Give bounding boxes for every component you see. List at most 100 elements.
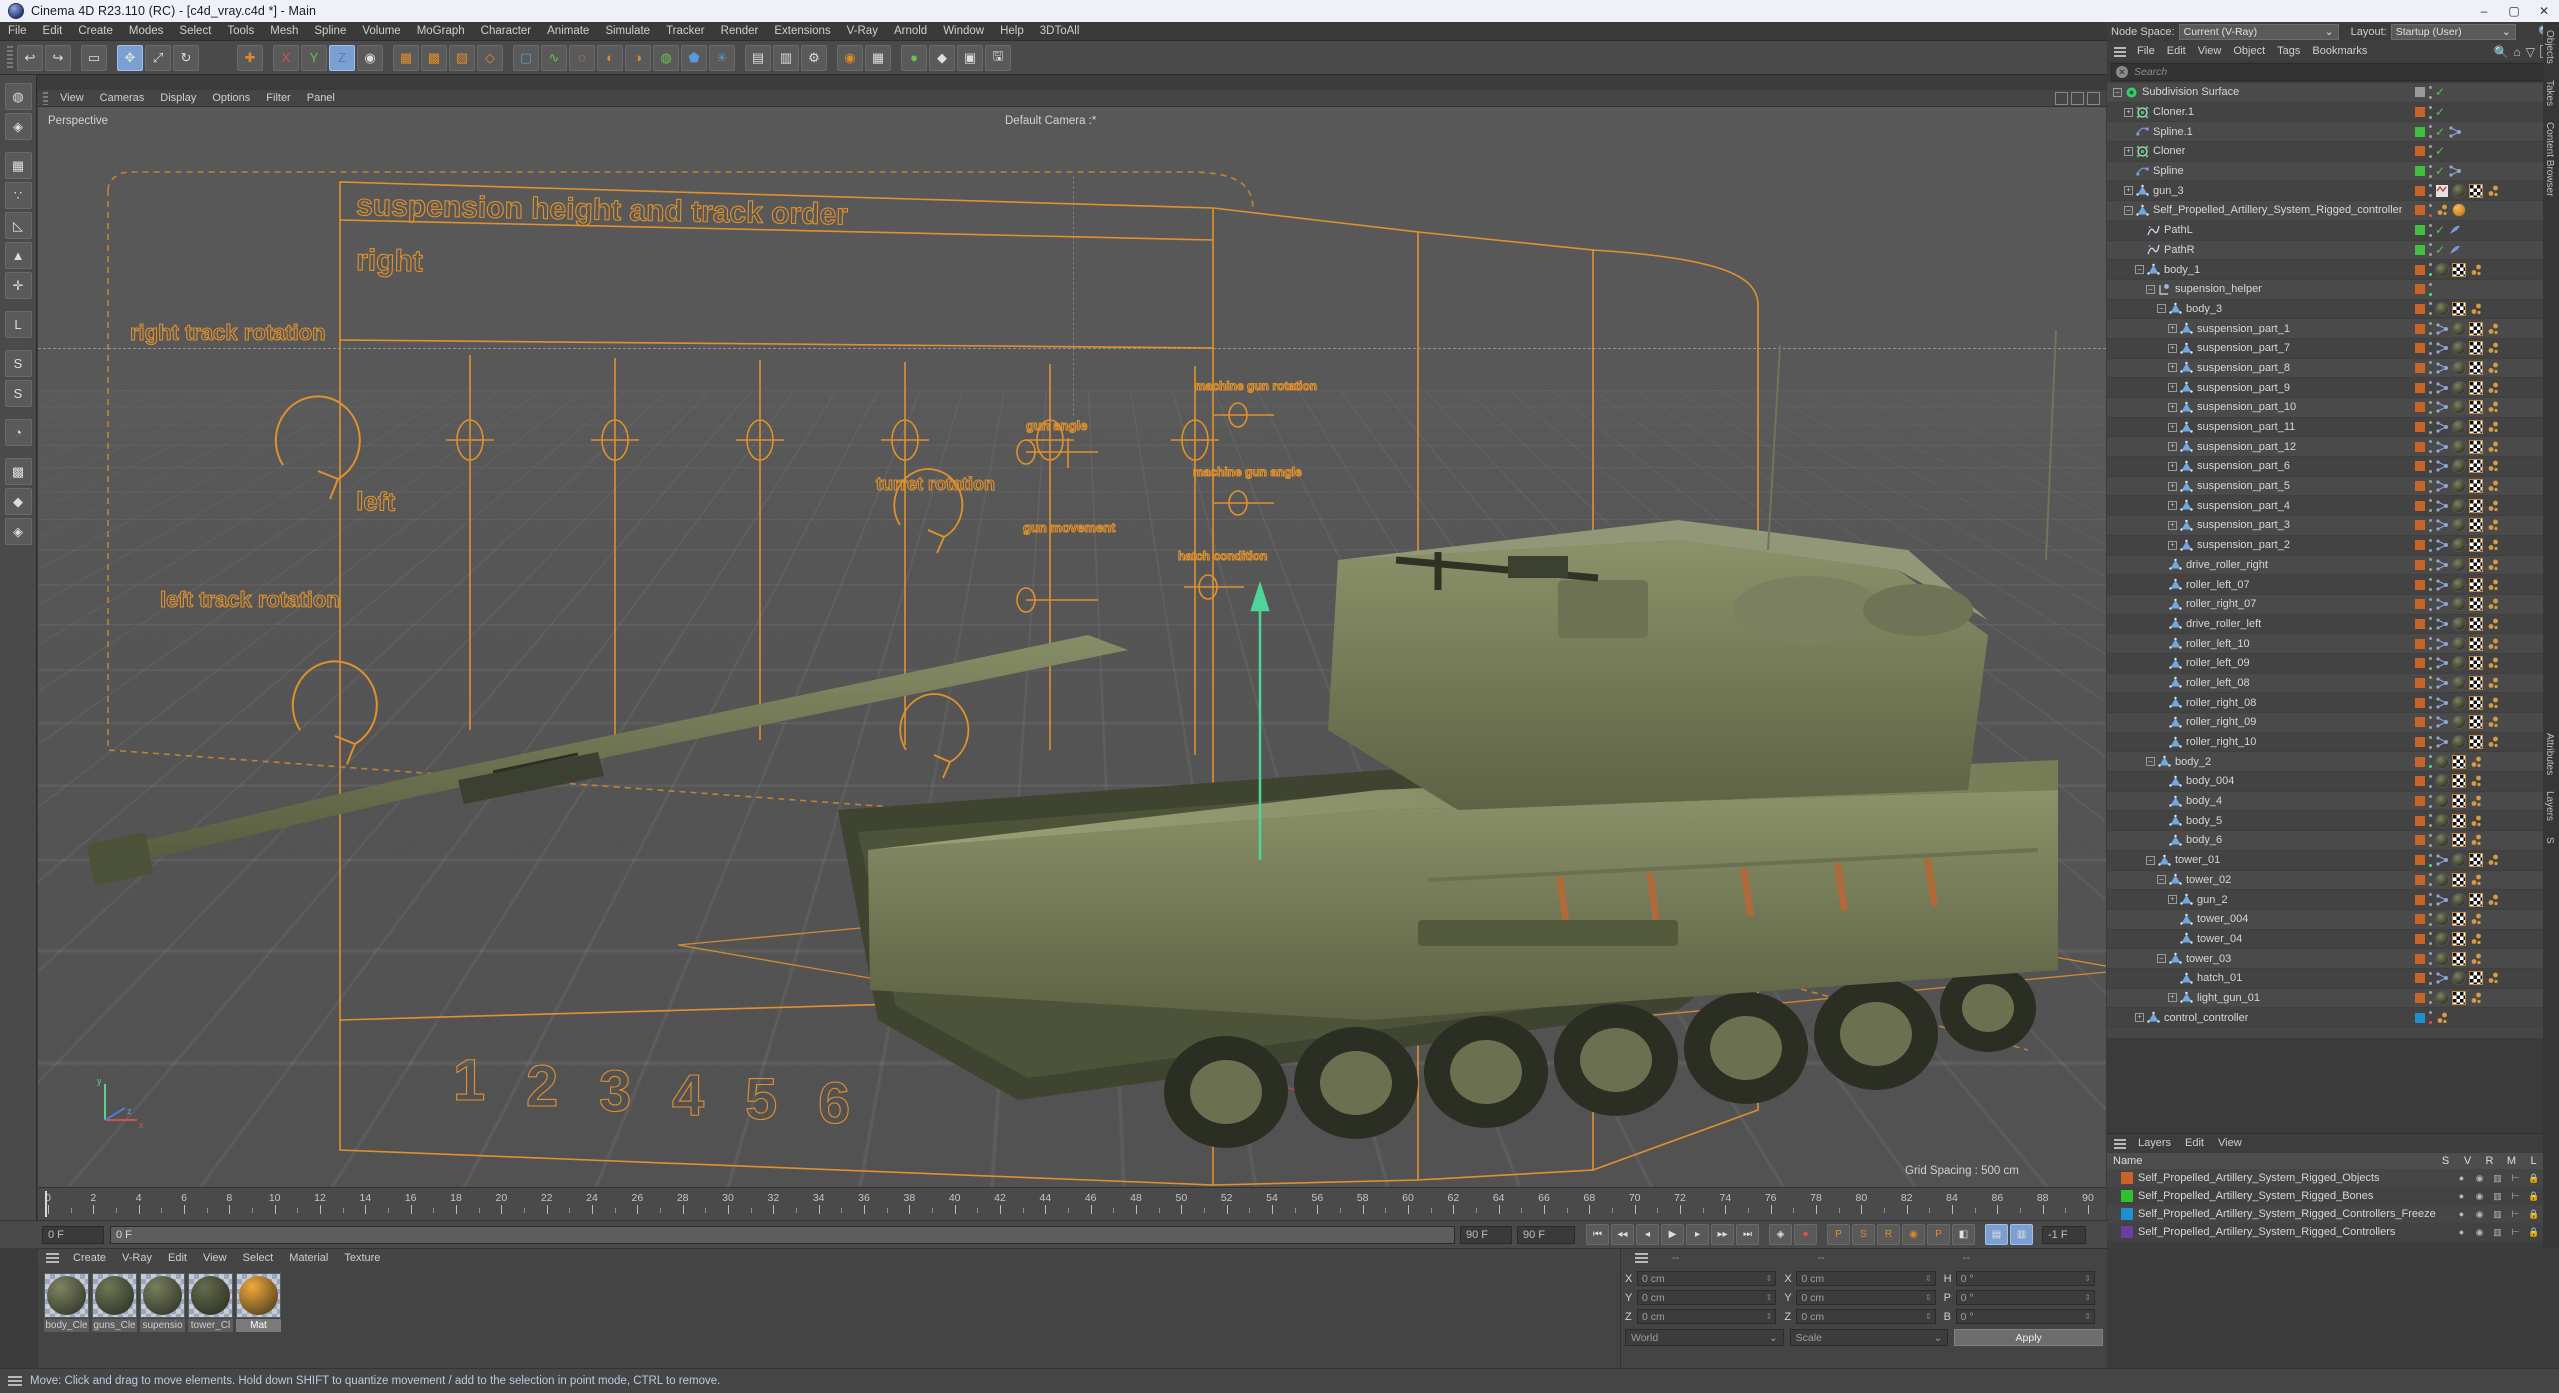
close-button[interactable]: ✕ — [2529, 0, 2559, 22]
tree-expander-icon[interactable]: + — [2168, 422, 2177, 432]
material-tag-icon[interactable] — [2452, 636, 2466, 651]
layer-filter-button[interactable]: ▩ — [4, 458, 32, 485]
object-tree[interactable]: – Subdivision Surface ✓ + Cloner.1 ✓ Spline.1 ✓… — [2107, 83, 2559, 1038]
object-tree-row[interactable]: tower_004 — [2107, 909, 2559, 930]
uvw-tag-icon[interactable] — [2469, 577, 2483, 592]
material-tag-icon[interactable] — [2452, 380, 2466, 395]
object-name[interactable]: Self_Propelled_Artillery_System_Rigged_c… — [2153, 204, 2402, 216]
filter-funnel-icon[interactable]: ▽ — [2526, 45, 2535, 59]
uvw-tag-icon[interactable] — [2469, 636, 2483, 651]
object-tree-row[interactable]: body_5 — [2107, 811, 2559, 832]
uvw-tag-icon[interactable] — [2469, 439, 2483, 454]
layer-color-swatch[interactable] — [2415, 87, 2425, 98]
visibility-dots[interactable] — [2428, 912, 2432, 926]
uvw-tag-icon[interactable] — [2452, 262, 2466, 277]
menu-item-simulate[interactable]: Simulate — [597, 22, 658, 41]
material-menu-select[interactable]: Select — [235, 1249, 282, 1267]
material-item[interactable]: Mat — [236, 1273, 281, 1332]
object-tree-row[interactable]: drive_roller_left — [2107, 614, 2559, 635]
layers-menu-layers[interactable]: Layers — [2131, 1134, 2178, 1153]
timeline-ruler[interactable]: 0 2 4 6 8 10 12 14 16 18 20 22 24 26 28 30 32 34 36 38 40 42 4… — [38, 1187, 2106, 1220]
uvw-tag-icon[interactable] — [2452, 833, 2466, 848]
camera-button[interactable]: ⬟ — [681, 44, 707, 71]
object-tree-row[interactable]: – tower_03 — [2107, 949, 2559, 969]
layer-color-swatch[interactable] — [2415, 500, 2425, 511]
tree-expander-icon[interactable]: + — [2168, 481, 2177, 491]
object-tree-row[interactable]: + suspension_part_9 — [2107, 378, 2559, 398]
visibility-dots[interactable] — [2428, 597, 2432, 611]
menu-item-tracker[interactable]: Tracker — [658, 22, 713, 41]
toolbar-grip[interactable] — [7, 45, 13, 70]
uvw-tag-icon[interactable] — [2469, 695, 2483, 710]
tree-expander-icon[interactable]: – — [2146, 855, 2155, 865]
object-name[interactable]: suspension_part_3 — [2197, 519, 2290, 531]
object-name[interactable]: Cloner — [2153, 145, 2185, 157]
object-name[interactable]: body_4 — [2186, 795, 2222, 807]
uvw-tag-icon[interactable] — [2452, 774, 2466, 789]
visibility-dots[interactable] — [2428, 991, 2432, 1005]
menu-item-mesh[interactable]: Mesh — [262, 22, 306, 41]
object-tree-row[interactable]: roller_left_08 — [2107, 673, 2559, 694]
next-key-button[interactable]: ▸▸ — [1711, 1224, 1734, 1245]
material-menu-vray[interactable]: V-Ray — [114, 1249, 160, 1267]
vray-render-button[interactable]: ◉ — [837, 44, 863, 71]
material-menu-grip[interactable] — [46, 1252, 59, 1264]
object-name[interactable]: gun_2 — [2197, 894, 2228, 906]
menu-item-v-ray[interactable]: V-Ray — [839, 22, 886, 41]
object-tree-row[interactable]: + suspension_part_1 — [2107, 319, 2559, 339]
object-name[interactable]: Cloner.1 — [2153, 106, 2194, 118]
object-tree-row[interactable]: Spline.1 ✓ — [2107, 122, 2559, 143]
add-object-button[interactable]: ✚ — [237, 44, 263, 71]
3d-viewport[interactable]: suspension height and track order right … — [38, 90, 2106, 1187]
material-tag-icon[interactable] — [2452, 203, 2466, 218]
object-name[interactable]: suspension_part_1 — [2197, 323, 2290, 335]
tree-expander-icon[interactable]: + — [2168, 540, 2177, 550]
layer-color-swatch[interactable] — [2415, 717, 2425, 728]
layer-color-swatch[interactable] — [2415, 638, 2425, 649]
lock-z-axis-button[interactable]: Z — [329, 44, 355, 71]
object-tree-row[interactable]: – tower_01 — [2107, 850, 2559, 871]
object-search-bar[interactable]: ✕ Search — [2111, 63, 2553, 81]
position-y-input[interactable]: 0 cm — [1637, 1290, 1777, 1305]
live-selection-button[interactable]: ▭ — [81, 44, 107, 71]
object-name[interactable]: tower_02 — [2186, 874, 2231, 886]
object-tree-row[interactable]: – body_1 — [2107, 260, 2559, 280]
visibility-check-icon[interactable]: ✓ — [2435, 106, 2445, 118]
object-tree-row[interactable]: + Cloner.1 ✓ — [2107, 102, 2559, 123]
record-button[interactable]: ⏺ — [1794, 1224, 1817, 1245]
tree-expander-icon[interactable]: – — [2146, 284, 2155, 294]
object-tree-row[interactable]: drive_roller_right — [2107, 555, 2559, 576]
material-tag-icon[interactable] — [2452, 518, 2466, 533]
object-tree-row[interactable]: – tower_02 — [2107, 870, 2559, 891]
layer-color-swatch[interactable] — [2415, 737, 2425, 748]
material-tag-icon[interactable] — [2452, 557, 2466, 572]
tree-expander-icon[interactable]: – — [2113, 87, 2122, 97]
material-tag-icon[interactable] — [2435, 754, 2449, 769]
visibility-dots[interactable] — [2428, 459, 2432, 473]
tree-expander-icon[interactable]: – — [2157, 304, 2166, 314]
object-menu-tags[interactable]: Tags — [2271, 42, 2306, 61]
visibility-dots[interactable] — [2428, 538, 2432, 552]
material-menu-view[interactable]: View — [195, 1249, 235, 1267]
object-name[interactable]: Spline — [2153, 165, 2184, 177]
material-tag-icon[interactable] — [2452, 853, 2466, 868]
object-tree-row[interactable]: tower_04 — [2107, 929, 2559, 950]
uvw-tag-icon[interactable] — [2469, 675, 2483, 690]
tree-expander-icon[interactable]: + — [2124, 186, 2133, 196]
layer-color-swatch[interactable] — [2415, 402, 2425, 413]
layer-color-swatch[interactable] — [2415, 284, 2425, 295]
visibility-dots[interactable] — [2428, 735, 2432, 749]
maximize-button[interactable]: ▢ — [2499, 0, 2529, 22]
layer-color-swatch[interactable] — [2415, 658, 2425, 669]
object-name[interactable]: suspension_part_8 — [2197, 362, 2290, 374]
go-to-start-button[interactable]: ⏮ — [1586, 1224, 1609, 1245]
tree-expander-icon[interactable]: + — [2168, 343, 2177, 353]
uvw-tag-icon[interactable] — [2452, 951, 2466, 966]
record-scale-button[interactable]: S — [1852, 1224, 1875, 1245]
layer-color-swatch[interactable] — [2415, 599, 2425, 610]
uvw-tag-icon[interactable] — [2452, 754, 2466, 769]
object-menu-file[interactable]: File — [2131, 42, 2161, 61]
visibility-dots[interactable] — [2428, 637, 2432, 651]
object-name[interactable]: body_5 — [2186, 815, 2222, 827]
visibility-dots[interactable] — [2428, 499, 2432, 513]
